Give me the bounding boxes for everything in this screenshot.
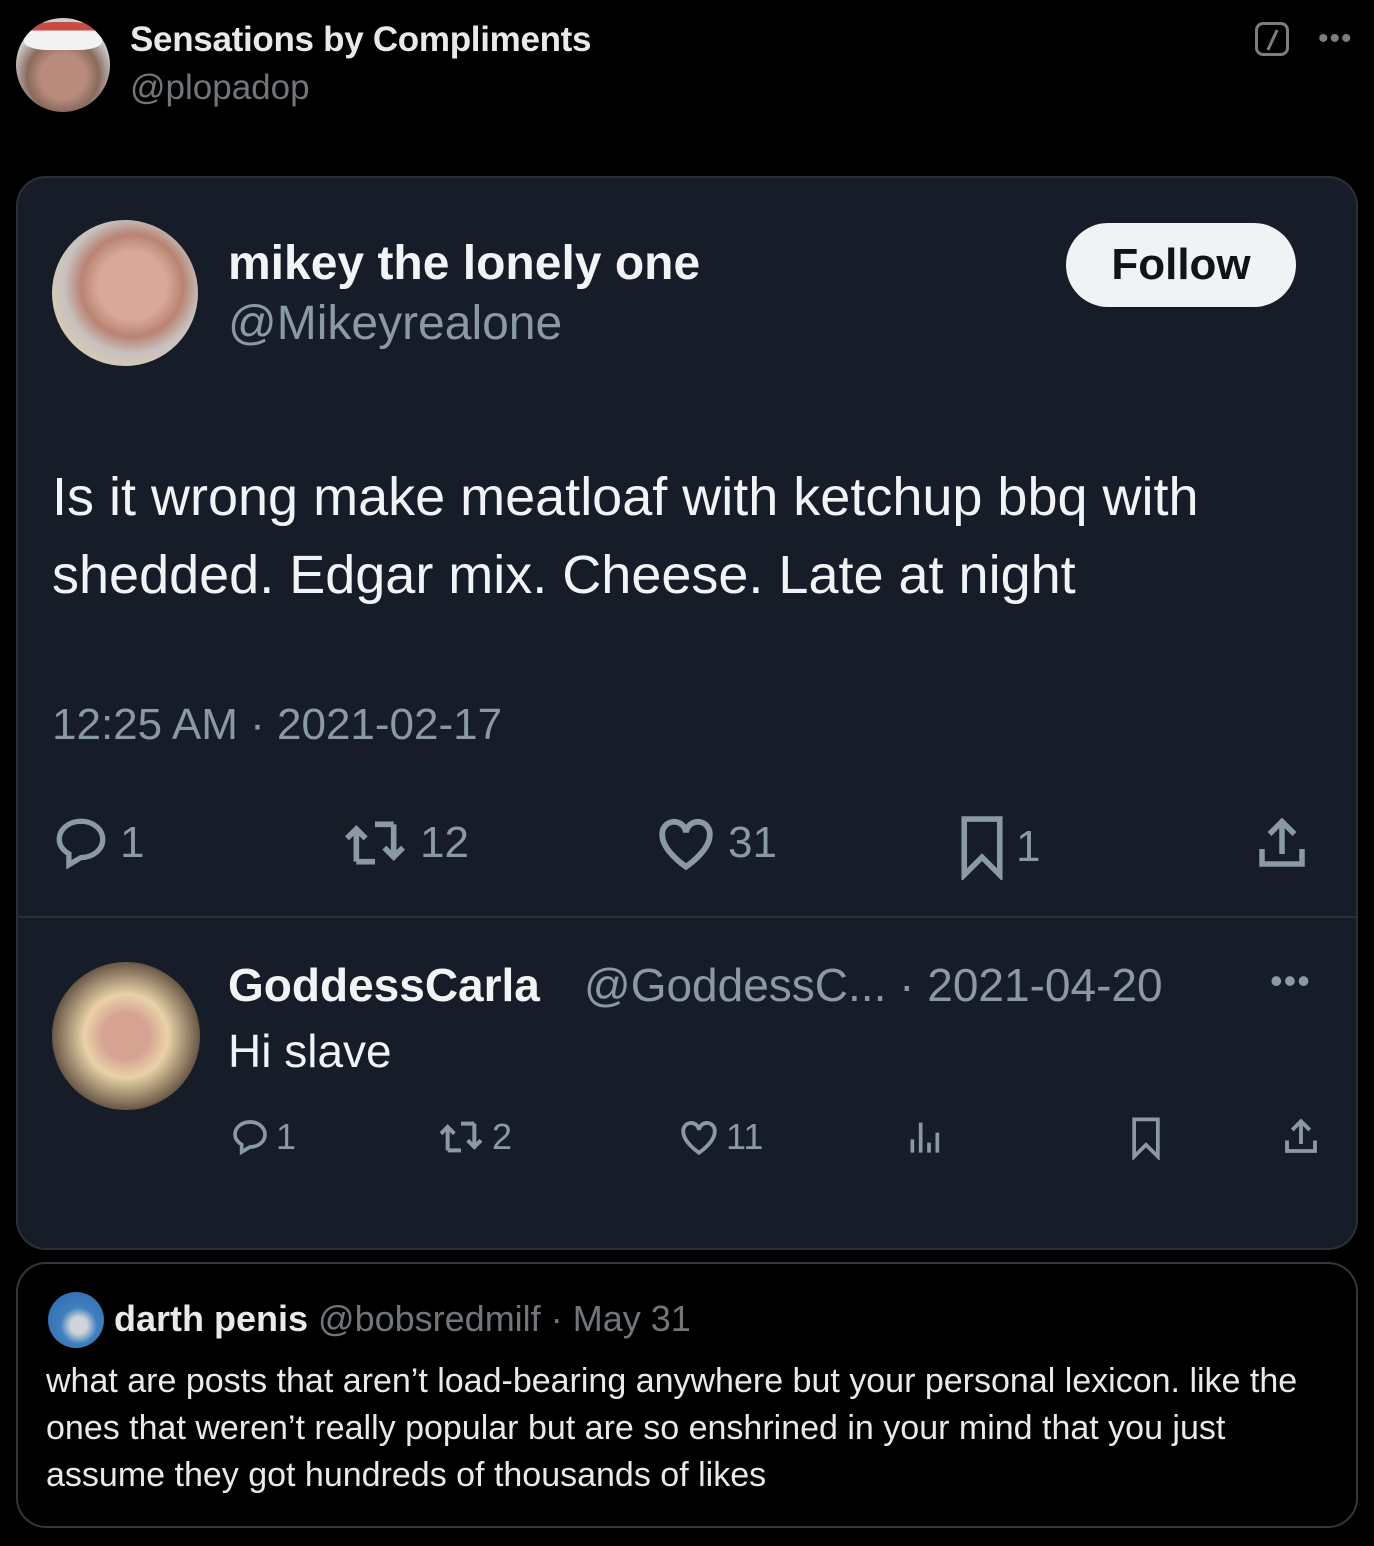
reply-views-action	[904, 1116, 944, 1156]
divider	[18, 916, 1356, 918]
retweet-action: 12	[340, 814, 469, 872]
author-handle[interactable]: @plopadop	[130, 68, 310, 108]
reply-count: 1	[120, 818, 145, 867]
share-action	[1250, 814, 1314, 874]
reply-meta: @GoddessC... · 2021-04-20	[584, 959, 1163, 1011]
bookmark-icon	[1132, 1117, 1160, 1160]
reply-icon	[56, 818, 106, 870]
quoted-author-avatar[interactable]	[48, 1292, 104, 1348]
bookmark-action: 1	[958, 814, 1040, 880]
reply-retweet-action: 2	[436, 1116, 512, 1158]
reply-author-name: GoddessCarla	[228, 959, 540, 1011]
more-options-icon[interactable]: •••	[1318, 22, 1353, 56]
share-icon	[1285, 1118, 1317, 1153]
quoted-author-name[interactable]: darth penis	[114, 1298, 308, 1339]
author-name[interactable]: Sensations by Compliments	[130, 20, 592, 60]
analytics-icon	[910, 1122, 940, 1153]
original-author-name: mikey the lonely one	[228, 237, 701, 290]
embedded-tweet-screenshot: mikey the lonely one @Mikeyrealone Follo…	[16, 176, 1358, 1250]
reply-more-icon: •••	[1270, 960, 1311, 1001]
santa-hat	[24, 22, 102, 50]
original-tweet-timestamp: 12:25 AM · 2021-02-17	[52, 700, 503, 749]
reply-action: 1	[52, 814, 144, 872]
reply-like-count: 11	[726, 1116, 764, 1157]
reply-author-avatar	[52, 962, 200, 1110]
reply-reply-count: 1	[276, 1116, 297, 1157]
grok-icon[interactable]	[1255, 22, 1289, 56]
original-author-avatar	[52, 220, 198, 366]
quoted-post[interactable]: darth penis @bobsredmilf · May 31 what a…	[16, 1262, 1358, 1528]
separator: ·	[550, 1298, 563, 1339]
bookmark-icon	[961, 816, 1003, 880]
retweet-count: 12	[420, 818, 469, 867]
like-action: 31	[654, 814, 777, 872]
like-count: 31	[728, 818, 777, 867]
heart-icon	[659, 819, 713, 871]
author-avatar[interactable]	[16, 18, 110, 112]
reply-retweet-count: 2	[492, 1116, 513, 1157]
share-icon	[1259, 817, 1305, 867]
original-tweet-text: Is it wrong make meatloaf with ketchup b…	[52, 467, 1199, 605]
reply-text: Hi slave	[228, 1025, 392, 1077]
reply-like-action: 11	[678, 1116, 763, 1158]
quoted-author-handle[interactable]: @bobsredmilf	[318, 1298, 541, 1339]
retweet-icon	[345, 821, 405, 865]
reply-icon	[233, 1120, 267, 1156]
original-author-handle: @Mikeyrealone	[228, 297, 563, 350]
retweet-icon	[439, 1121, 483, 1153]
reply-share-action	[1280, 1116, 1322, 1158]
bookmark-count: 1	[1016, 822, 1041, 871]
reply-reply-action: 1	[230, 1116, 296, 1158]
follow-button: Follow	[1066, 223, 1296, 307]
quoted-post-text: what are posts that aren’t load-bearing …	[46, 1362, 1298, 1494]
reply-bookmark-action	[1128, 1116, 1164, 1160]
heart-icon	[681, 1121, 717, 1156]
quoted-post-date[interactable]: May 31	[573, 1298, 691, 1339]
quoted-post-header: darth penis @bobsredmilf · May 31	[114, 1298, 691, 1340]
